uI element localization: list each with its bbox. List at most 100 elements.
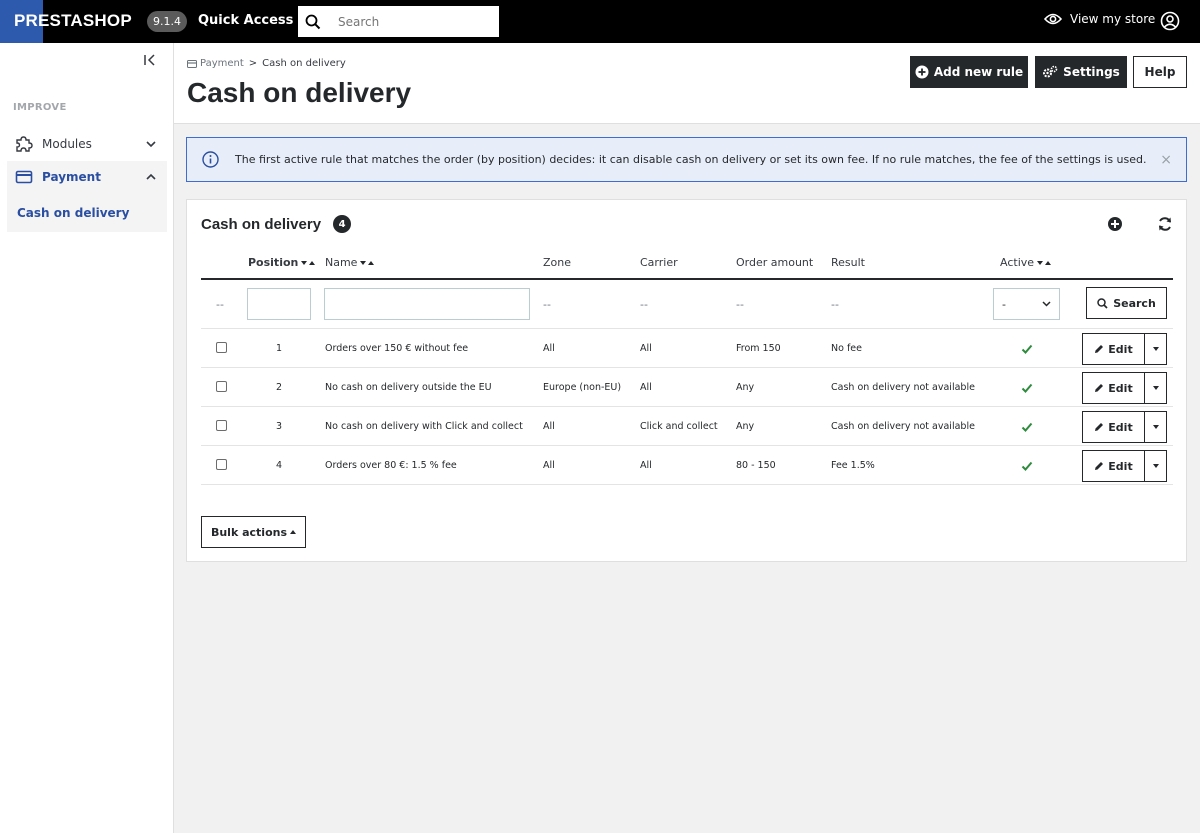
cell-zone: All: [543, 460, 555, 471]
sidebar-item-label: Modules: [42, 137, 92, 151]
filter-name-input[interactable]: [324, 288, 530, 320]
chevron-down-icon: [1042, 301, 1051, 307]
info-icon: [202, 151, 219, 168]
column-header-carrier: Carrier: [640, 256, 678, 269]
column-header-label: Position: [248, 256, 299, 269]
search-button-label: Search: [1113, 296, 1156, 310]
cell-result: Cash on delivery not available: [831, 421, 975, 432]
active-check-icon[interactable]: [1021, 382, 1033, 394]
row-actions-dropdown[interactable]: [1145, 372, 1167, 404]
refresh-icon[interactable]: [1157, 216, 1173, 232]
row-divider: [201, 484, 1173, 485]
sort-asc-icon[interactable]: [309, 260, 316, 265]
cell-position: 4: [276, 460, 283, 471]
active-check-icon[interactable]: [1021, 460, 1033, 472]
quick-access-dropdown[interactable]: Quick Access: [198, 13, 314, 28]
filter-placeholder: --: [831, 298, 839, 311]
pencil-icon: [1095, 384, 1104, 392]
row-divider: [201, 367, 1173, 368]
sort-asc-icon[interactable]: [1045, 260, 1052, 265]
edit-label: Edit: [1108, 420, 1133, 434]
filter-placeholder: --: [216, 298, 224, 311]
add-circle-icon[interactable]: [1107, 216, 1123, 232]
sidebar-item-payment[interactable]: Payment: [7, 161, 167, 193]
edit-button-group: Edit: [1082, 372, 1167, 404]
cell-carrier: All: [640, 382, 652, 393]
row-checkbox[interactable]: [216, 342, 227, 353]
filter-active-value: -: [1002, 297, 1006, 311]
cell-carrier: Click and collect: [640, 421, 718, 432]
row-actions-dropdown[interactable]: [1145, 411, 1167, 443]
sort-arrows[interactable]: [360, 260, 375, 265]
page-header: Payment > Cash on delivery Cash on deliv…: [174, 43, 1200, 124]
search-input[interactable]: [328, 14, 488, 29]
sort-desc-icon[interactable]: [360, 260, 367, 265]
rules-panel: Cash on delivery 4 Position Name Zone Ca…: [186, 199, 1187, 562]
cell-order-amount: From 150: [736, 343, 781, 354]
active-check-icon[interactable]: [1021, 421, 1033, 433]
column-header-name: Name: [325, 256, 375, 269]
column-header-result: Result: [831, 256, 865, 269]
active-check-icon[interactable]: [1021, 343, 1033, 355]
sidebar-item-label: Payment: [42, 170, 101, 184]
cell-order-amount: 80 - 150: [736, 460, 776, 471]
sort-arrows[interactable]: [301, 260, 316, 265]
help-button[interactable]: Help: [1133, 56, 1187, 88]
row-divider: [201, 406, 1173, 407]
row-checkbox[interactable]: [216, 381, 227, 392]
edit-button[interactable]: Edit: [1082, 333, 1145, 365]
cell-result: Fee 1.5%: [831, 460, 875, 471]
collapse-sidebar-icon[interactable]: [143, 53, 157, 67]
search-button[interactable]: Search: [1086, 287, 1167, 319]
breadcrumb-link-payment[interactable]: Payment: [187, 58, 244, 69]
sidebar-subitem-cash-on-delivery[interactable]: Cash on delivery: [7, 193, 167, 232]
filter-active-select[interactable]: -: [993, 288, 1060, 320]
sort-desc-icon[interactable]: [1037, 260, 1044, 265]
column-header-order-amount: Order amount: [736, 256, 814, 269]
column-header-active: Active: [1000, 256, 1052, 269]
settings-label: Settings: [1063, 65, 1120, 79]
cell-zone: Europe (non-EU): [543, 382, 622, 393]
edit-button[interactable]: Edit: [1082, 372, 1145, 404]
row-actions-dropdown[interactable]: [1145, 450, 1167, 482]
row-actions-dropdown[interactable]: [1145, 333, 1167, 365]
page-title: Cash on delivery: [187, 77, 412, 108]
row-checkbox[interactable]: [216, 420, 227, 431]
user-account-icon[interactable]: [1160, 11, 1180, 31]
edit-button-group: Edit: [1082, 333, 1167, 365]
sidebar-item-modules[interactable]: Modules: [7, 128, 167, 160]
column-header-label: Active: [1000, 256, 1035, 269]
sort-desc-icon[interactable]: [301, 260, 308, 265]
panel-title-text: Cash on delivery: [201, 215, 322, 233]
close-icon[interactable]: ×: [1160, 152, 1172, 168]
sidebar-section-label: IMPROVE: [13, 102, 67, 113]
quick-access-label: Quick Access: [198, 13, 294, 28]
add-new-rule-label: Add new rule: [933, 65, 1024, 79]
top-navbar: PRESTASHOP 9.1.4 Quick Access View my st…: [0, 0, 1200, 43]
edit-label: Edit: [1108, 459, 1133, 473]
search-icon[interactable]: [298, 6, 328, 37]
bulk-actions-button[interactable]: Bulk actions: [201, 516, 306, 548]
column-header-label: Name: [325, 256, 358, 269]
chevron-up-icon: [146, 173, 156, 180]
bulk-actions-label: Bulk actions: [210, 525, 288, 539]
cell-result: Cash on delivery not available: [831, 382, 975, 393]
filter-placeholder: --: [640, 298, 648, 311]
view-store-link[interactable]: View my store: [1044, 12, 1155, 26]
edit-button[interactable]: Edit: [1082, 450, 1145, 482]
cell-result: No fee: [831, 343, 862, 354]
row-checkbox[interactable]: [216, 459, 227, 470]
filter-placeholder: --: [736, 298, 744, 311]
cell-name: No cash on delivery outside the EU: [325, 382, 492, 393]
row-divider: [201, 445, 1173, 446]
credit-card-icon: [15, 170, 33, 184]
caret-down-icon: [1152, 386, 1159, 390]
add-new-rule-button[interactable]: Add new rule: [910, 56, 1028, 88]
gears-icon: [1043, 65, 1058, 78]
sort-asc-icon[interactable]: [368, 260, 375, 265]
settings-button[interactable]: Settings: [1035, 56, 1127, 88]
filter-position-input[interactable]: [247, 288, 311, 320]
row-divider: [201, 328, 1173, 329]
sort-arrows[interactable]: [1037, 260, 1052, 265]
edit-button[interactable]: Edit: [1082, 411, 1145, 443]
